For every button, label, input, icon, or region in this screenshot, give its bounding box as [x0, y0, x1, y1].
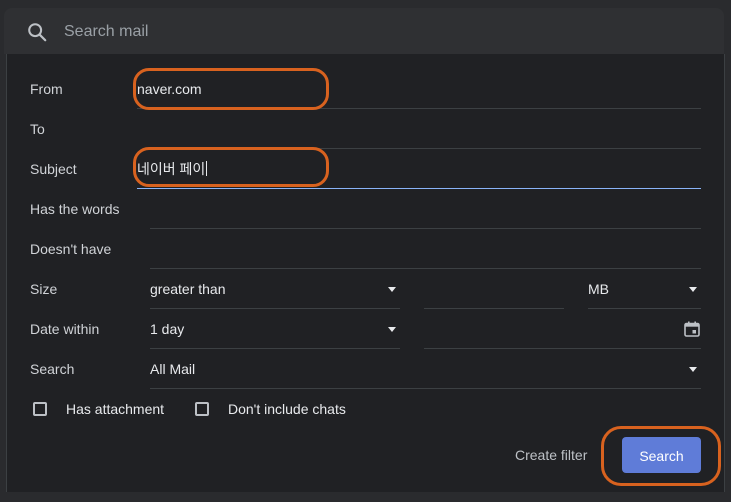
size-operator-value: greater than: [150, 281, 226, 297]
size-unit-value: MB: [588, 281, 609, 297]
date-within-label: Date within: [30, 321, 100, 337]
to-row: To: [7, 109, 724, 149]
has-words-field[interactable]: [150, 189, 701, 229]
from-row: From naver.com: [7, 69, 724, 109]
size-unit-select[interactable]: MB: [588, 269, 701, 309]
date-within-value: 1 day: [150, 321, 185, 337]
date-within-select[interactable]: 1 day: [150, 309, 400, 349]
from-field[interactable]: naver.com: [137, 69, 701, 109]
doesnt-have-label: Doesn't have: [30, 241, 112, 257]
size-label: Size: [30, 281, 58, 297]
subject-label: Subject: [30, 161, 77, 177]
text-cursor: [206, 161, 208, 176]
size-value-field[interactable]: [424, 269, 564, 309]
advanced-search-panel: From naver.com To Subject 네이버 페이 Has the…: [6, 54, 725, 492]
to-field[interactable]: [150, 109, 701, 149]
search-input[interactable]: [62, 18, 666, 46]
calendar-icon[interactable]: [683, 320, 701, 338]
dropdown-caret-icon: [689, 367, 697, 372]
doesnt-have-field[interactable]: [150, 229, 701, 269]
search-bar: [4, 8, 724, 54]
subject-row: Subject 네이버 페이: [7, 149, 724, 189]
has-words-row: Has the words: [7, 189, 724, 229]
from-value: naver.com: [137, 81, 202, 97]
subject-field[interactable]: 네이버 페이: [137, 149, 701, 189]
create-filter-link[interactable]: Create filter: [515, 436, 587, 474]
doesnt-have-row: Doesn't have: [7, 229, 724, 269]
has-words-label: Has the words: [30, 201, 120, 217]
dropdown-caret-icon: [388, 327, 396, 332]
dont-include-chats-checkbox[interactable]: [195, 402, 209, 416]
subject-value: 네이버 페이: [137, 161, 208, 177]
search-in-label: Search: [30, 361, 75, 377]
to-label: To: [30, 121, 45, 137]
has-attachment-checkbox[interactable]: [33, 402, 47, 416]
search-button[interactable]: Search: [622, 437, 701, 473]
dont-include-chats-label: Don't include chats: [228, 401, 346, 417]
search-icon[interactable]: [26, 21, 48, 43]
size-row: Size greater than MB: [7, 269, 724, 309]
search-in-row: Search All Mail: [7, 349, 724, 389]
dropdown-caret-icon: [689, 287, 697, 292]
has-attachment-label: Has attachment: [66, 401, 165, 417]
from-label: From: [30, 81, 63, 97]
date-within-row: Date within 1 day: [7, 309, 724, 349]
dropdown-caret-icon: [388, 287, 396, 292]
search-in-select[interactable]: All Mail: [150, 349, 701, 389]
date-field[interactable]: [424, 309, 701, 349]
size-operator-select[interactable]: greater than: [150, 269, 400, 309]
search-in-value: All Mail: [150, 361, 196, 377]
